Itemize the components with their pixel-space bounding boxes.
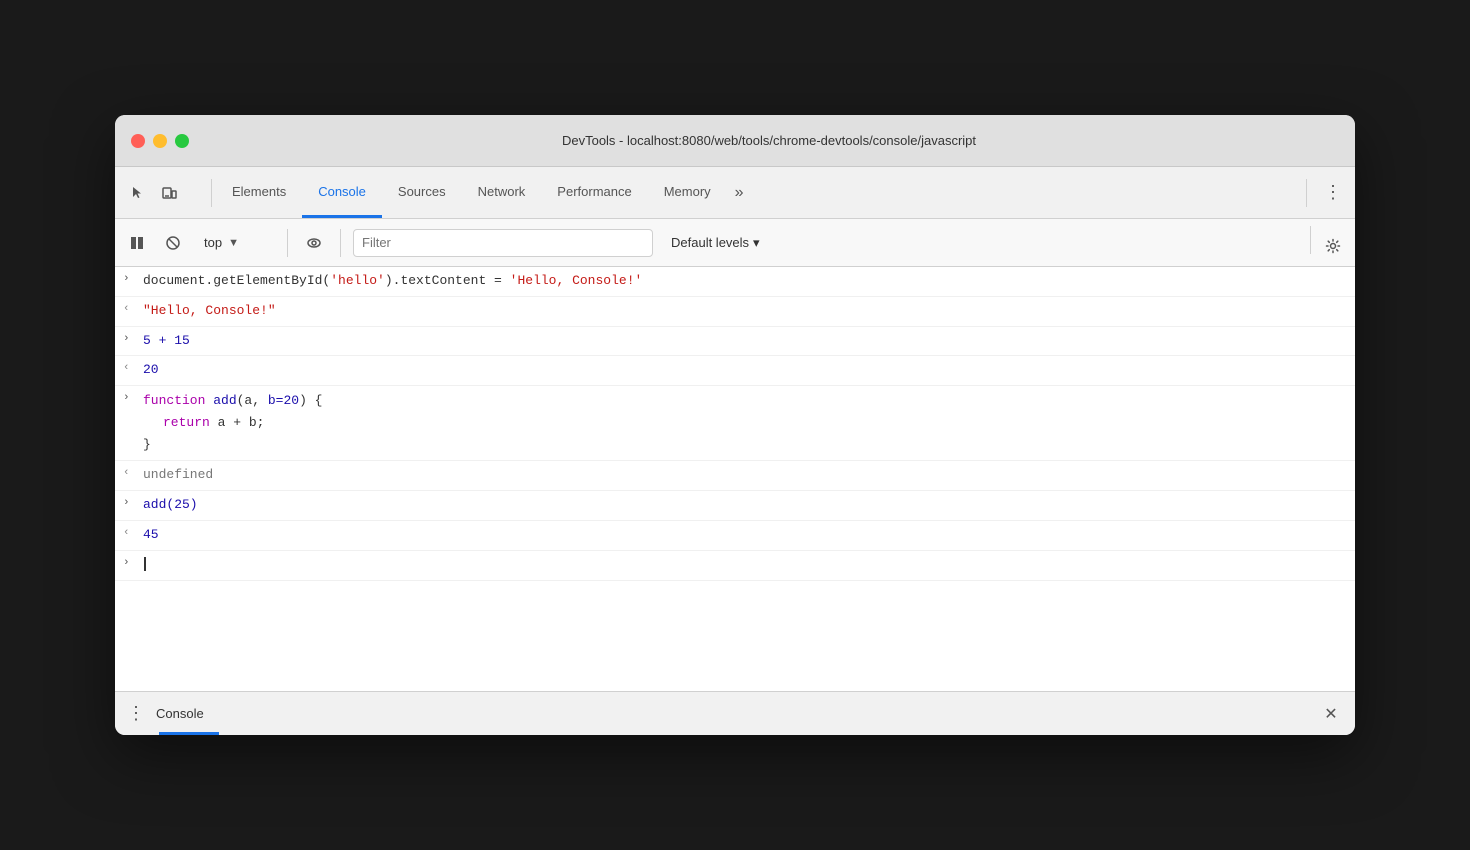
line-content-2: "Hello, Console!"	[143, 301, 1347, 322]
device-icon[interactable]	[155, 179, 183, 207]
bottom-tab-indicator	[159, 732, 219, 735]
console-line-4: ‹ 20	[115, 356, 1355, 386]
tab-elements[interactable]: Elements	[216, 167, 302, 218]
close-button[interactable]	[131, 134, 145, 148]
console-line-5: › function add(a, b=20) { return a + b; …	[115, 386, 1355, 461]
toolbar-right	[1306, 226, 1347, 260]
traffic-lights	[131, 134, 189, 148]
line-content-3: 5 + 15	[143, 331, 1347, 352]
line-content-4: 20	[143, 360, 1347, 381]
window-title: DevTools - localhost:8080/web/tools/chro…	[199, 133, 1339, 148]
console-line-6: ‹ undefined	[115, 461, 1355, 491]
text-cursor	[144, 557, 146, 571]
filter-input[interactable]	[353, 229, 653, 257]
line-content-6: undefined	[143, 465, 1347, 486]
output-arrow-2: ‹	[123, 301, 143, 315]
console-line-3: › 5 + 15	[115, 327, 1355, 357]
line-content-5: function add(a, b=20) { return a + b; }	[143, 390, 1347, 456]
console-line-2: ‹ "Hello, Console!"	[115, 297, 1355, 327]
cursor-icon[interactable]	[123, 179, 151, 207]
block-icon[interactable]	[159, 229, 187, 257]
settings-icon[interactable]	[1319, 232, 1347, 260]
levels-dropdown-button[interactable]: Default levels ▾	[661, 231, 770, 255]
tab-sources[interactable]: Sources	[382, 167, 462, 218]
input-arrow-5: ›	[123, 390, 143, 404]
bottom-tab-console[interactable]: Console	[156, 706, 204, 721]
context-selector[interactable]: top ▼	[195, 230, 275, 255]
tab-bar: Elements Console Sources Network Perform…	[115, 167, 1355, 219]
console-line-1: › document.getElementById('hello').textC…	[115, 267, 1355, 297]
line-content-8: 45	[143, 525, 1347, 546]
bottom-bar: ⋮ Console ✕	[115, 691, 1355, 735]
fullscreen-button[interactable]	[175, 134, 189, 148]
tab-performance[interactable]: Performance	[541, 167, 647, 218]
console-toolbar: top ▼ Default levels ▾	[115, 219, 1355, 267]
clear-console-button[interactable]	[123, 229, 151, 257]
line-content-1: document.getElementById('hello').textCon…	[143, 271, 1347, 292]
tabs: Elements Console Sources Network Perform…	[216, 167, 752, 218]
input-arrow-1: ›	[123, 271, 143, 285]
tab-icons	[123, 179, 199, 207]
console-line-9-empty[interactable]: ›	[115, 551, 1355, 581]
output-arrow-6: ‹	[123, 465, 143, 479]
close-panel-button[interactable]: ✕	[1319, 702, 1343, 726]
devtools-window: DevTools - localhost:8080/web/tools/chro…	[115, 115, 1355, 735]
console-line-7: › add(25)	[115, 491, 1355, 521]
title-bar: DevTools - localhost:8080/web/tools/chro…	[115, 115, 1355, 167]
output-arrow-8: ‹	[123, 525, 143, 539]
filter-input-container	[353, 229, 653, 257]
tab-network[interactable]: Network	[462, 167, 542, 218]
console-line-8: ‹ 45	[115, 521, 1355, 551]
tabs-more-button[interactable]: »	[727, 167, 752, 218]
input-arrow-3: ›	[123, 331, 143, 345]
toolbar-divider2	[340, 229, 341, 257]
eye-icon[interactable]	[300, 229, 328, 257]
tab-console[interactable]: Console	[302, 167, 382, 218]
toolbar-divider1	[287, 229, 288, 257]
tab-divider	[211, 179, 212, 207]
right-divider	[1306, 179, 1307, 207]
console-output[interactable]: › document.getElementById('hello').textC…	[115, 267, 1355, 691]
devtools-menu-button[interactable]: ⋮	[1319, 179, 1347, 207]
output-arrow-4: ‹	[123, 360, 143, 374]
input-arrow-7: ›	[123, 495, 143, 509]
minimize-button[interactable]	[153, 134, 167, 148]
input-arrow-9: ›	[123, 555, 143, 569]
line-content-7: add(25)	[143, 495, 1347, 516]
bottom-bar-menu-button[interactable]: ⋮	[127, 703, 144, 724]
toolbar-right-divider	[1310, 226, 1311, 254]
line-content-9[interactable]	[143, 555, 1347, 576]
tab-memory[interactable]: Memory	[648, 167, 727, 218]
tab-bar-right: ⋮	[1302, 179, 1347, 207]
